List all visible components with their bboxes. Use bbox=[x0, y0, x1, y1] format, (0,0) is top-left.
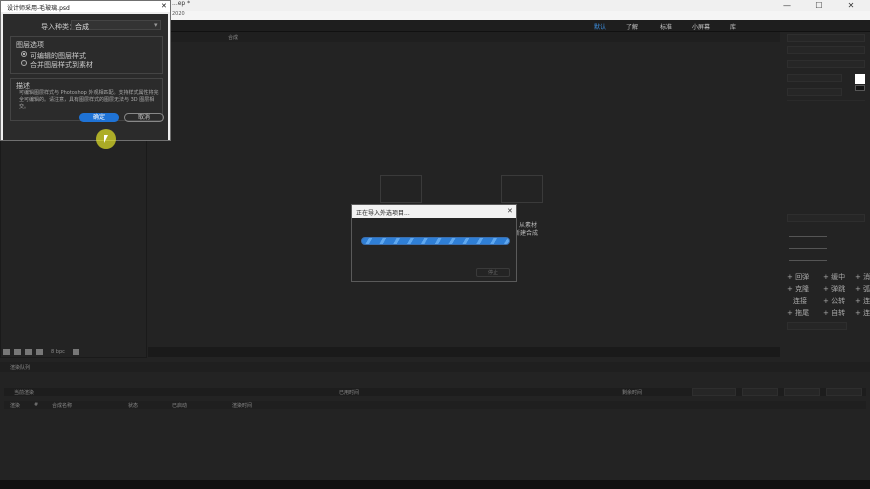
cancel-button[interactable]: 取消 bbox=[124, 113, 164, 122]
layer-options-title: 图层选项 bbox=[16, 41, 44, 49]
ok-button[interactable]: 确定 bbox=[79, 113, 119, 122]
col-started: 已启动 bbox=[172, 403, 188, 409]
progress-dialog-title: 正在导入外选项目... bbox=[352, 205, 516, 218]
new-comp-placeholder[interactable] bbox=[501, 175, 543, 203]
editable-styles-radio[interactable] bbox=[21, 51, 27, 57]
bpc-label[interactable]: 8 bpc bbox=[51, 349, 65, 355]
interpret-footage-icon[interactable] bbox=[3, 349, 10, 355]
motion-sliders[interactable] bbox=[787, 230, 865, 266]
new-comp-from-footage-placeholder[interactable] bbox=[380, 175, 422, 203]
close-window-button[interactable]: ✕ bbox=[840, 0, 862, 11]
col-render-time: 渲染时间 bbox=[232, 403, 253, 409]
col-status: 状态 bbox=[128, 403, 139, 409]
comp-footer-bar bbox=[148, 347, 780, 357]
elapsed-label: 已用时间 bbox=[339, 390, 360, 396]
info-field-3 bbox=[787, 60, 865, 68]
col-number: # bbox=[34, 402, 39, 408]
new-comp-icon[interactable] bbox=[25, 349, 32, 355]
tool-jump[interactable]: + 弹跳 bbox=[823, 284, 845, 294]
tool-extra-2[interactable]: + 弧 bbox=[855, 284, 870, 294]
import-type-value: 合成 bbox=[75, 23, 89, 31]
merge-styles-label[interactable]: 合并图层样式到素材 bbox=[30, 60, 93, 70]
tool-extra-1[interactable]: + 消 bbox=[855, 272, 870, 282]
import-dialog-title: 设计师采用-毛玻璃.psd bbox=[1, 1, 170, 12]
composition-panel: 合成 从素材 新建合成 bbox=[148, 32, 780, 358]
close-icon[interactable]: ✕ bbox=[161, 2, 167, 10]
trash-icon[interactable] bbox=[73, 349, 79, 355]
mouse-pointer-icon bbox=[104, 135, 108, 143]
tool-trail[interactable]: + 拖尾 bbox=[787, 308, 809, 318]
project-footer: 8 bpc bbox=[3, 349, 143, 357]
remaining-label: 剩余时间 bbox=[622, 390, 643, 396]
character-controls[interactable] bbox=[787, 100, 865, 170]
fill-color-swatch[interactable] bbox=[855, 74, 865, 84]
stop-button[interactable]: 停止 bbox=[476, 268, 510, 277]
tool-clone[interactable]: + 克隆 bbox=[787, 284, 809, 294]
chevron-down-icon: ▾ bbox=[154, 21, 158, 29]
pen-icon[interactable] bbox=[36, 349, 43, 355]
col-comp-name: 合成名称 bbox=[52, 403, 73, 409]
comp-tab-row: 合成 bbox=[148, 32, 780, 42]
import-psd-dialog: 设计师采用-毛玻璃.psd ✕ 导入种类： 合成 ▾ 图层选项 可编辑的图层样式… bbox=[0, 0, 171, 141]
tool-extra-4[interactable]: + 连 bbox=[855, 308, 870, 318]
render-queue-panel: 渲染队列 当前渲染 已用时间 剩余时间 渲染 # 合成名称 状态 已启动 渲染时… bbox=[0, 360, 870, 480]
import-progress-bar bbox=[361, 237, 510, 245]
taskbar bbox=[0, 480, 870, 489]
pause-render-button[interactable] bbox=[784, 388, 820, 396]
info-field-1 bbox=[787, 34, 865, 42]
layer-options-group: 图层选项 可编辑的图层样式 合并图层样式到素材 bbox=[10, 36, 163, 74]
motion-tools-grid: + 回弹 + 缓中 + 消 + 克隆 + 弹跳 + 弧 连接 + 公转 + 连 … bbox=[785, 270, 870, 318]
render-status-row: 当前渲染 已用时间 剩余时间 bbox=[4, 388, 866, 396]
new-comp-label: 新建合成 bbox=[514, 230, 539, 237]
close-icon[interactable]: ✕ bbox=[507, 207, 513, 215]
info-field-2 bbox=[787, 46, 865, 54]
panel-search[interactable] bbox=[787, 322, 847, 330]
tab-render-queue[interactable]: 渲染队列 bbox=[10, 364, 30, 371]
menubar-subtitle: 2020 bbox=[172, 11, 185, 17]
tool-extra-3[interactable]: + 连 bbox=[855, 296, 870, 306]
minimize-button[interactable]: — bbox=[776, 0, 798, 11]
stroke-color-swatch[interactable] bbox=[855, 85, 865, 91]
tool-connect[interactable]: 连接 bbox=[793, 296, 807, 306]
import-progress-dialog: 正在导入外选项目... ✕ 停止 bbox=[351, 204, 517, 282]
properties-panel: + 回弹 + 缓中 + 消 + 克隆 + 弹跳 + 弧 连接 + 公转 + 连 … bbox=[783, 32, 870, 358]
render-button[interactable] bbox=[826, 388, 862, 396]
new-folder-icon[interactable] bbox=[14, 349, 21, 355]
tool-ease[interactable]: + 缓中 bbox=[823, 272, 845, 282]
col-render: 渲染 bbox=[10, 403, 21, 409]
document-title: ...ep * bbox=[172, 0, 191, 7]
tool-bounce[interactable]: + 回弹 bbox=[787, 272, 809, 282]
render-table-header: 渲染 # 合成名称 状态 已启动 渲染时间 bbox=[4, 401, 866, 409]
render-queue-tabrow: 渲染队列 bbox=[0, 362, 870, 372]
ame-queue-button[interactable] bbox=[692, 388, 736, 396]
tool-spin[interactable]: + 自转 bbox=[823, 308, 845, 318]
merge-styles-radio[interactable] bbox=[21, 60, 27, 66]
tab-composition[interactable]: 合成 bbox=[228, 34, 238, 41]
workspace-standard[interactable]: 标准 bbox=[660, 22, 672, 31]
panel-header-2 bbox=[787, 214, 865, 222]
workspace-default[interactable]: 默认 bbox=[594, 22, 606, 31]
workspace-learn[interactable]: 了解 bbox=[626, 22, 638, 31]
workspace-library[interactable]: 库 bbox=[730, 22, 736, 31]
tool-orbit[interactable]: + 公转 bbox=[823, 296, 845, 306]
maximize-button[interactable]: ☐ bbox=[808, 0, 830, 11]
font-style-select[interactable] bbox=[787, 88, 842, 96]
description-text: 可编辑图层样式与 Photoshop 外观相匹配。支持样式属性将完全可编辑的。请… bbox=[19, 90, 159, 110]
stop-render-button[interactable] bbox=[742, 388, 778, 396]
import-type-select[interactable]: 合成 ▾ bbox=[71, 20, 161, 31]
current-render-label: 当前渲染 bbox=[14, 390, 35, 396]
font-select[interactable] bbox=[787, 74, 842, 82]
workspace-small-screen[interactable]: 小屏幕 bbox=[692, 22, 710, 31]
